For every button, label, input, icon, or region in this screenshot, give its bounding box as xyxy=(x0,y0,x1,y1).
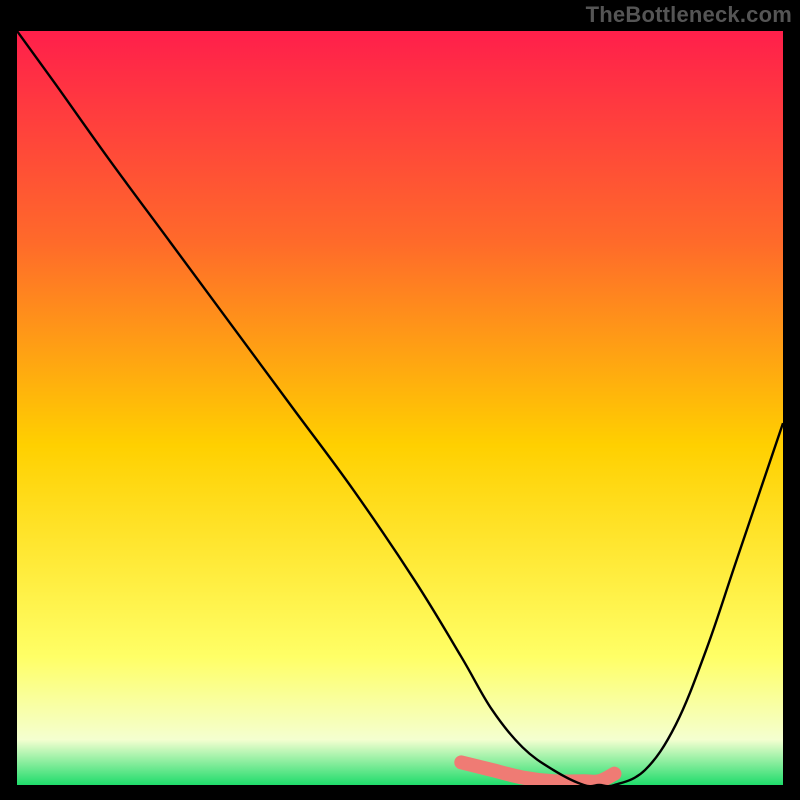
brand-watermark: TheBottleneck.com xyxy=(586,2,792,28)
chart-svg xyxy=(17,31,783,785)
chart-plot-area xyxy=(17,31,783,785)
chart-background-gradient xyxy=(17,31,783,785)
chart-frame xyxy=(14,28,786,788)
